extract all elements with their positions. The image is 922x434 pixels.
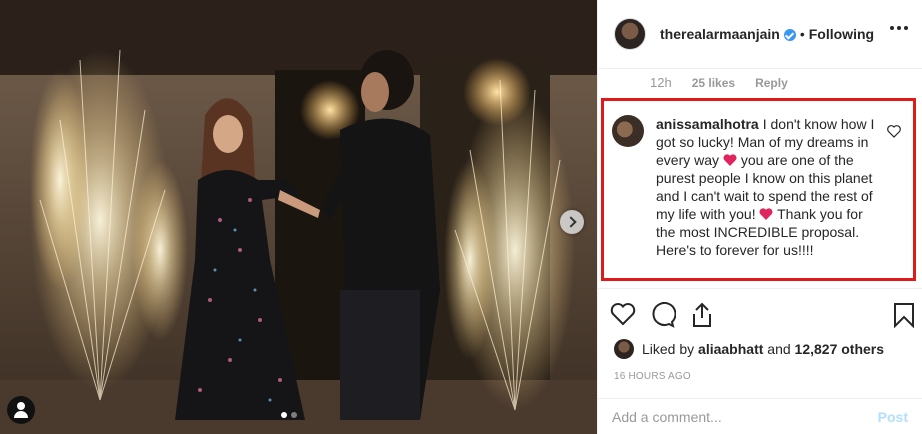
commenter-avatar[interactable] — [612, 115, 644, 147]
red-heart-emoji-icon — [723, 154, 737, 166]
carousel-dots — [281, 412, 297, 418]
previous-comment-meta: 12h 25 likes Reply — [650, 75, 788, 90]
more-options-icon[interactable] — [890, 26, 908, 30]
comment-time[interactable]: 12h — [650, 75, 672, 90]
actions-divider — [598, 288, 922, 289]
liker-avatar[interactable] — [614, 339, 634, 359]
carousel-dot-1 — [281, 412, 287, 418]
comment-likes-count[interactable]: 25 likes — [692, 76, 735, 90]
red-heart-emoji-icon — [760, 208, 773, 220]
carousel-next-button[interactable] — [560, 210, 584, 234]
author-avatar[interactable] — [614, 18, 646, 50]
post-photo[interactable] — [0, 0, 597, 434]
post-comment-button[interactable]: Post — [878, 409, 908, 425]
tagged-user-icon[interactable] — [7, 396, 35, 424]
post-actions — [610, 302, 916, 330]
post-header: therealarmaanjain • Following — [598, 0, 922, 69]
liked-by-prefix: Liked by — [642, 341, 695, 357]
comment-bubble-icon[interactable] — [650, 302, 676, 328]
share-icon[interactable] — [690, 302, 714, 328]
verified-badge-icon — [783, 29, 796, 41]
header-separator: • — [799, 26, 805, 42]
likes-others-count[interactable]: 12,827 others — [795, 341, 885, 357]
reply-button[interactable]: Reply — [755, 76, 788, 90]
like-heart-icon[interactable] — [610, 302, 636, 326]
comment-like-heart-icon[interactable] — [887, 125, 901, 138]
post-image — [0, 0, 597, 434]
liker-username[interactable]: aliaabhatt — [698, 341, 763, 357]
add-comment-bar: Post — [598, 398, 922, 434]
liked-by-connector: and — [767, 341, 791, 357]
following-button[interactable]: Following — [809, 26, 874, 42]
post-timestamp[interactable]: 16 HOURS AGO — [614, 371, 691, 382]
comment-body: anissamalhotra I don't know how I got so … — [656, 115, 880, 278]
carousel-dot-2 — [291, 412, 297, 418]
author-username[interactable]: therealarmaanjain — [660, 26, 780, 42]
liked-by-row: Liked by aliaabhatt and 12,827 others — [614, 339, 884, 359]
post-sidebar: therealarmaanjain • Following 12h 25 lik… — [597, 0, 922, 434]
highlighted-comment: anissamalhotra I don't know how I got so … — [601, 98, 916, 281]
save-bookmark-icon[interactable] — [893, 302, 915, 328]
commenter-username[interactable]: anissamalhotra — [656, 116, 759, 132]
comment-input[interactable] — [612, 408, 878, 425]
